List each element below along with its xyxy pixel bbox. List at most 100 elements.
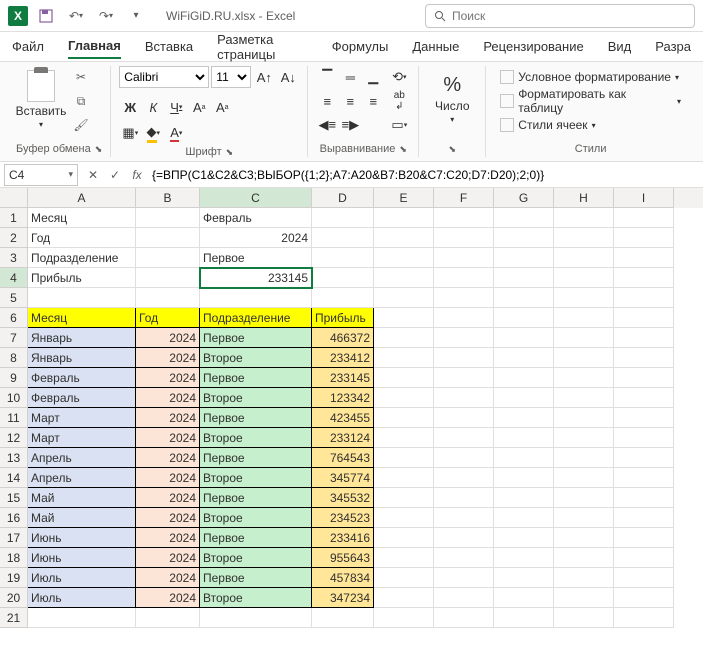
cell[interactable] xyxy=(374,528,434,548)
cell[interactable] xyxy=(28,608,136,628)
cell[interactable]: Февраль xyxy=(28,368,136,388)
cell[interactable]: 2024 xyxy=(136,388,200,408)
cell[interactable] xyxy=(494,508,554,528)
cell[interactable] xyxy=(614,508,674,528)
formula-input[interactable] xyxy=(148,168,703,182)
col-header-c[interactable]: C xyxy=(200,188,312,208)
row-header[interactable]: 6 xyxy=(0,308,28,328)
cell[interactable] xyxy=(494,568,554,588)
cell[interactable] xyxy=(136,228,200,248)
copy-icon[interactable]: ⧉ xyxy=(70,90,92,112)
row-header[interactable]: 15 xyxy=(0,488,28,508)
cell[interactable] xyxy=(312,288,374,308)
cell[interactable] xyxy=(494,428,554,448)
cell[interactable] xyxy=(554,468,614,488)
cell[interactable] xyxy=(494,308,554,328)
cell[interactable]: Второе xyxy=(200,468,312,488)
cell[interactable] xyxy=(614,348,674,368)
cut-icon[interactable]: ✂ xyxy=(70,66,92,88)
cell[interactable]: Год xyxy=(136,308,200,328)
cell[interactable] xyxy=(374,328,434,348)
cell[interactable] xyxy=(434,408,494,428)
col-header-g[interactable]: G xyxy=(494,188,554,208)
cell[interactable] xyxy=(494,608,554,628)
row-header[interactable]: 21 xyxy=(0,608,28,628)
cell[interactable] xyxy=(614,388,674,408)
cell[interactable] xyxy=(614,548,674,568)
cell[interactable] xyxy=(554,348,614,368)
cell[interactable]: 2024 xyxy=(136,448,200,468)
cell[interactable]: Апрель xyxy=(28,448,136,468)
cell[interactable] xyxy=(434,508,494,528)
cell[interactable] xyxy=(494,528,554,548)
cell[interactable]: Первое xyxy=(200,528,312,548)
cell[interactable] xyxy=(494,488,554,508)
cell[interactable] xyxy=(374,368,434,388)
cell[interactable] xyxy=(374,348,434,368)
row-header[interactable]: 10 xyxy=(0,388,28,408)
row-header[interactable]: 20 xyxy=(0,588,28,608)
cell[interactable] xyxy=(28,288,136,308)
cell[interactable] xyxy=(494,228,554,248)
col-header-f[interactable]: F xyxy=(434,188,494,208)
cell[interactable]: 2024 xyxy=(136,468,200,488)
cell[interactable]: Второе xyxy=(200,548,312,568)
spreadsheet-grid[interactable]: A B C D E F G H I 1МесяцФевраль2Год20243… xyxy=(0,188,703,628)
subscript-button[interactable]: Aa xyxy=(211,96,233,118)
cell[interactable] xyxy=(554,228,614,248)
format-as-table-button[interactable]: Форматировать как таблицу▾ xyxy=(494,90,687,112)
cell[interactable]: 345774 xyxy=(312,468,374,488)
cell[interactable] xyxy=(374,488,434,508)
cell[interactable] xyxy=(554,368,614,388)
cell[interactable] xyxy=(614,568,674,588)
cell[interactable] xyxy=(614,468,674,488)
cell[interactable] xyxy=(434,228,494,248)
cell[interactable] xyxy=(374,408,434,428)
cell[interactable]: 233124 xyxy=(312,428,374,448)
cell[interactable]: Февраль xyxy=(200,208,312,228)
cell[interactable] xyxy=(434,268,494,288)
cell[interactable]: 457834 xyxy=(312,568,374,588)
undo-icon[interactable]: ↶▾ xyxy=(64,4,88,28)
wrap-text-icon[interactable]: ab↲ xyxy=(388,90,410,112)
tab-data[interactable]: Данные xyxy=(412,35,459,58)
row-header[interactable]: 13 xyxy=(0,448,28,468)
align-top-icon[interactable]: ▔ xyxy=(316,66,338,88)
cell[interactable] xyxy=(554,488,614,508)
cell[interactable] xyxy=(494,588,554,608)
cell[interactable]: 234523 xyxy=(312,508,374,528)
search-input[interactable] xyxy=(452,9,686,23)
font-name-select[interactable]: Calibri xyxy=(119,66,209,88)
cell[interactable]: 2024 xyxy=(136,348,200,368)
tab-review[interactable]: Рецензирование xyxy=(483,35,583,58)
cell[interactable] xyxy=(434,208,494,228)
align-right-icon[interactable]: ≡ xyxy=(362,90,384,112)
cell[interactable] xyxy=(374,288,434,308)
cell[interactable] xyxy=(136,608,200,628)
row-header[interactable]: 1 xyxy=(0,208,28,228)
cell[interactable]: Март xyxy=(28,408,136,428)
col-header-d[interactable]: D xyxy=(312,188,374,208)
cell[interactable]: Февраль xyxy=(28,388,136,408)
cell[interactable] xyxy=(374,608,434,628)
col-header-b[interactable]: B xyxy=(136,188,200,208)
cell[interactable] xyxy=(614,248,674,268)
cell[interactable] xyxy=(374,248,434,268)
tab-home[interactable]: Главная xyxy=(68,34,121,59)
cell[interactable]: Подразделение xyxy=(200,308,312,328)
cell[interactable]: Прибыль xyxy=(312,308,374,328)
align-left-icon[interactable]: ≡ xyxy=(316,90,338,112)
cell[interactable] xyxy=(434,548,494,568)
cell[interactable] xyxy=(312,608,374,628)
cell[interactable]: 2024 xyxy=(136,528,200,548)
cell[interactable] xyxy=(494,248,554,268)
cell[interactable] xyxy=(614,208,674,228)
cell[interactable] xyxy=(374,588,434,608)
row-header[interactable]: 19 xyxy=(0,568,28,588)
cell[interactable] xyxy=(554,448,614,468)
cell[interactable]: Июнь xyxy=(28,528,136,548)
font-color-button[interactable]: А▾ xyxy=(165,122,187,144)
cell[interactable] xyxy=(434,428,494,448)
font-size-select[interactable]: 11 xyxy=(211,66,251,88)
format-painter-icon[interactable]: 🖌 xyxy=(70,114,92,136)
